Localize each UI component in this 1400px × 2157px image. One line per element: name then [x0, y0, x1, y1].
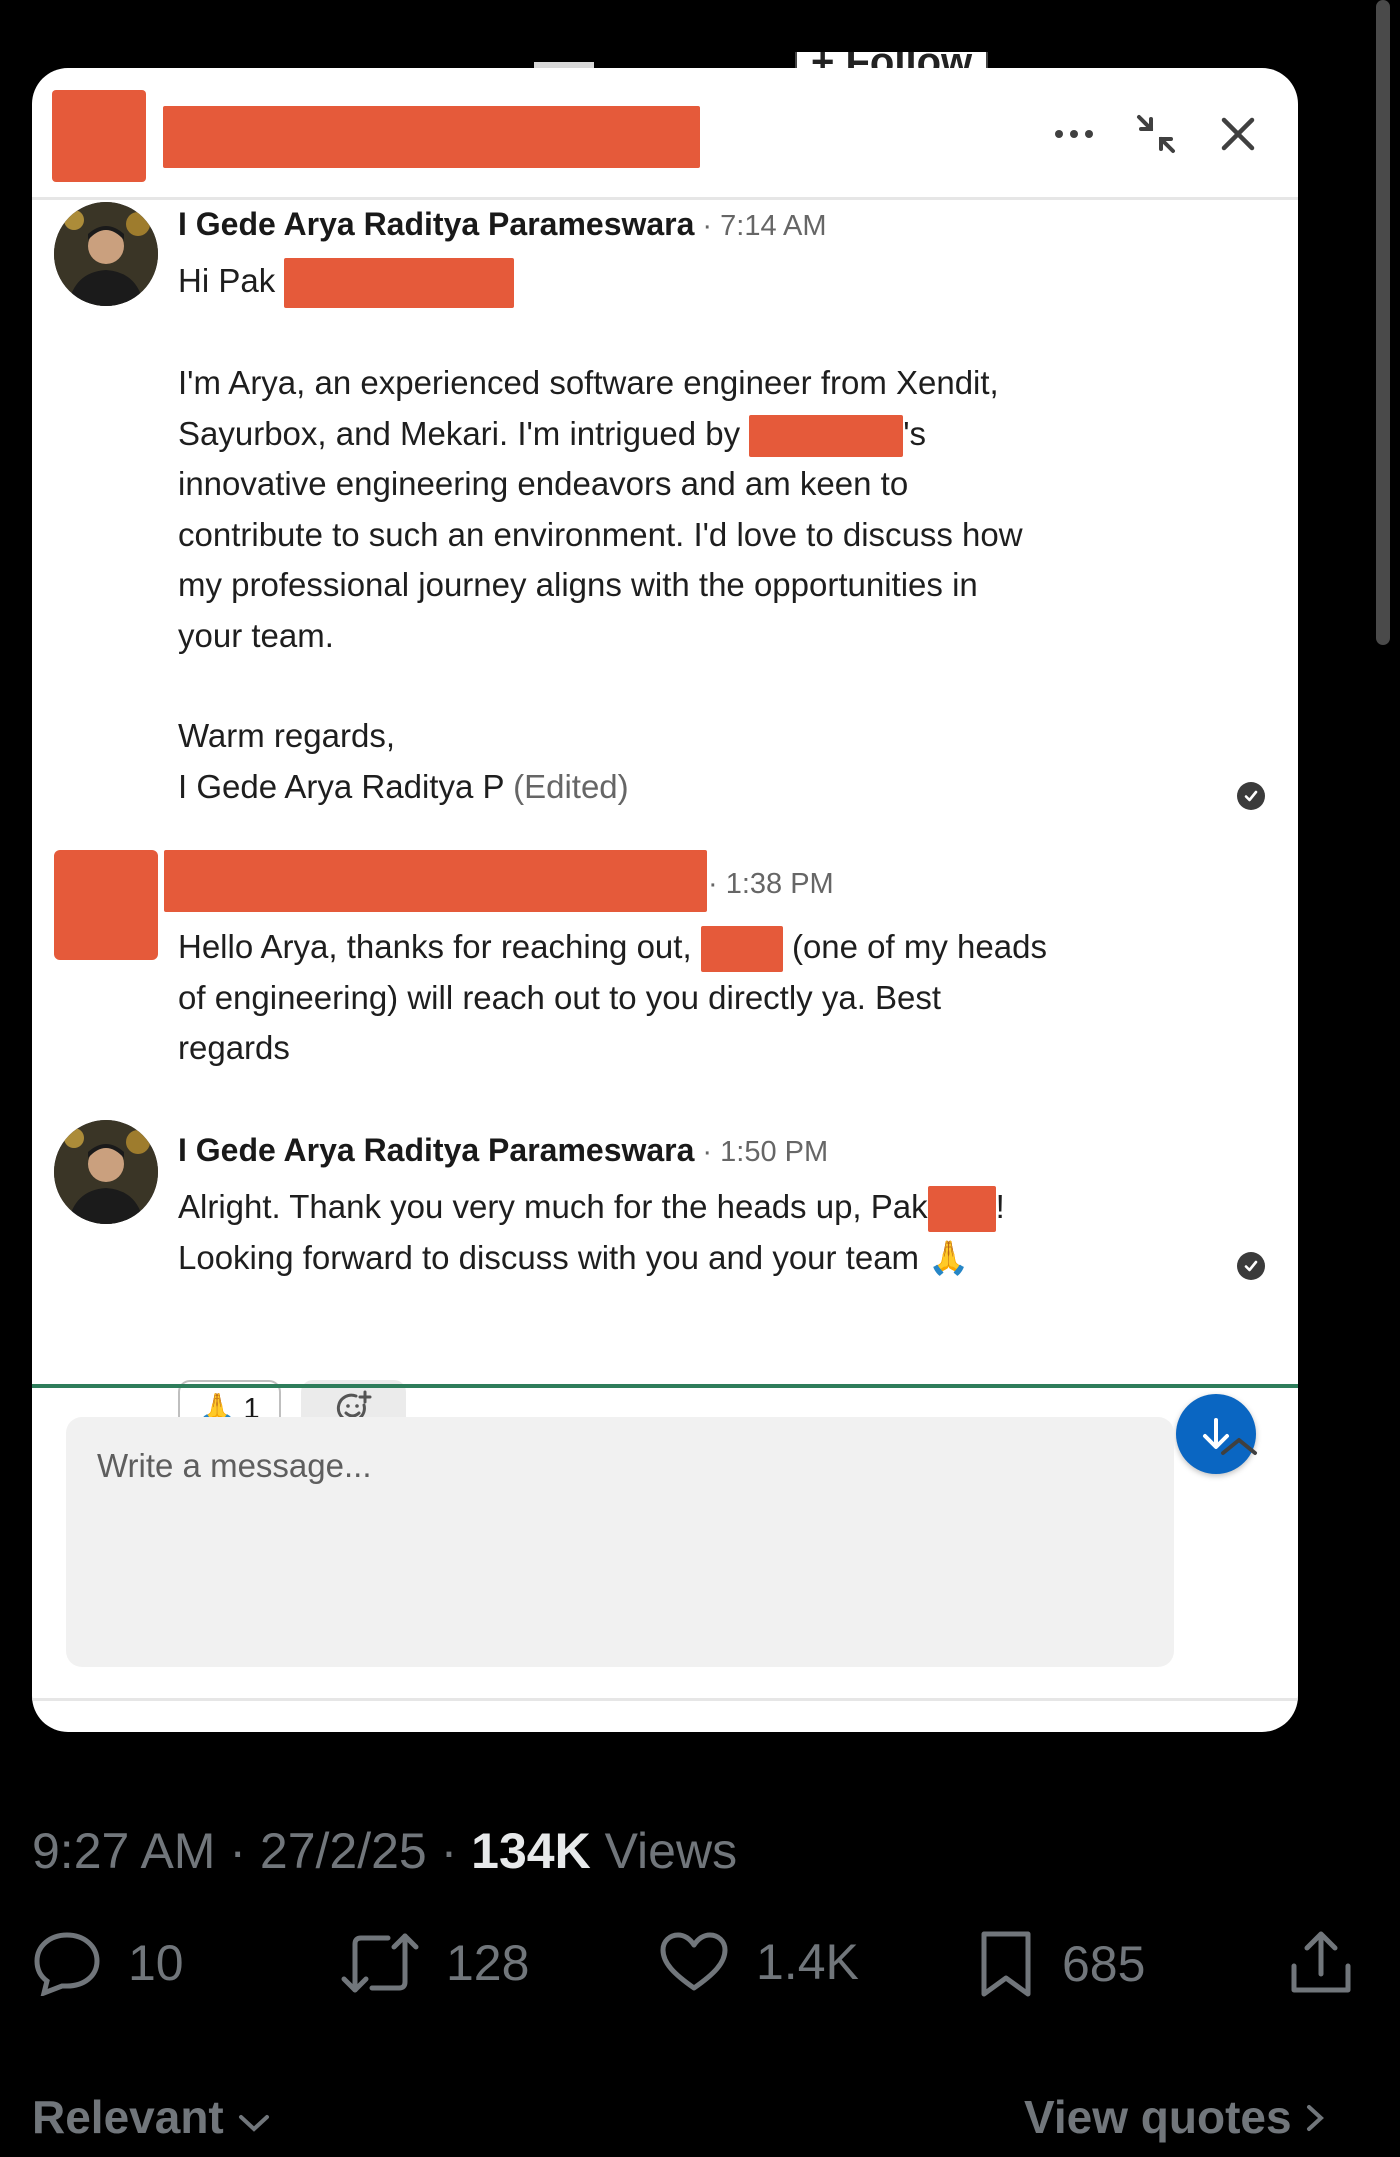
repost-button[interactable]: 128	[340, 1930, 529, 1996]
share-icon	[1291, 1931, 1351, 1993]
tweet-date: 27/2/25	[259, 1823, 427, 1879]
message-body: Alright. Thank you very much for the hea…	[178, 1186, 1005, 1276]
sort-replies-dropdown[interactable]: Relevant	[32, 2090, 271, 2144]
message-time: · 1:38 PM	[708, 868, 834, 900]
read-receipt-icon	[1237, 782, 1265, 810]
chat-header	[32, 68, 1298, 200]
redacted-name	[700, 926, 783, 973]
tweet-time-link[interactable]: 9:27 AM	[32, 1823, 215, 1879]
message-time: · 1:50 PM	[702, 1136, 829, 1168]
view-quotes-link[interactable]: View quotes	[1024, 2090, 1326, 2144]
heart-icon	[660, 1932, 728, 1991]
chevron-down-icon	[238, 2115, 269, 2132]
tweet-timestamp: 9:27 AM · 27/2/25 · 134K Views	[32, 1823, 738, 1879]
redacted-recipient-name	[163, 106, 700, 168]
redacted-avatar	[54, 850, 158, 960]
avatar[interactable]	[54, 202, 158, 306]
redacted-sender-name	[164, 850, 707, 912]
redacted-name	[927, 1186, 996, 1233]
reply-icon	[34, 1932, 100, 1996]
more-icon[interactable]	[1050, 110, 1098, 158]
reply-count: 10	[128, 1935, 184, 1991]
views-count: 134K	[471, 1823, 591, 1879]
repost-icon	[341, 1933, 419, 1993]
chevron-right-icon	[1307, 2105, 1325, 2131]
message-input[interactable]: Write a message...	[66, 1417, 1174, 1667]
bookmark-icon	[981, 1931, 1031, 1997]
repost-count: 128	[446, 1935, 530, 1991]
message-list: I Gede Arya Raditya Parameswara · 7:14 AM…	[32, 200, 1298, 1474]
close-icon[interactable]	[1214, 110, 1262, 158]
message-author[interactable]: I Gede Arya Raditya Parameswara · 1:50 PM	[178, 1132, 828, 1169]
message-body: Hello Arya, thanks for reaching out, (on…	[178, 926, 1047, 1066]
like-button[interactable]: 1.4K	[658, 1930, 859, 1994]
edited-label: (Edited)	[513, 767, 629, 805]
expand-composer-button[interactable]	[1214, 1426, 1264, 1466]
share-button[interactable]	[1288, 1930, 1354, 1996]
divider	[32, 1698, 1298, 1701]
composer-divider	[32, 1384, 1298, 1388]
redacted-company	[749, 415, 904, 458]
read-receipt-icon	[1237, 1252, 1265, 1280]
redacted-name	[284, 258, 515, 309]
bookmark-count: 685	[1062, 1936, 1146, 1992]
bookmark-button[interactable]: 685	[976, 1930, 1145, 1998]
minimize-icon[interactable]	[1132, 110, 1180, 158]
tweet-actions: 10 128 1.4K 685	[32, 1930, 1362, 2010]
page-scrollbar[interactable]	[1376, 0, 1390, 645]
redacted-avatar	[52, 90, 146, 182]
avatar[interactable]	[54, 1120, 158, 1224]
message-time: · 7:14 AM	[702, 210, 827, 242]
like-count: 1.4K	[756, 1934, 859, 1990]
chevron-up-icon	[1221, 1438, 1257, 1455]
message-body: Hi Pak I'm Arya, an experienced software…	[178, 256, 1023, 812]
chat-window: I Gede Arya Raditya Parameswara · 7:14 AM…	[32, 68, 1298, 1732]
message-author[interactable]: I Gede Arya Raditya Parameswara · 7:14 AM	[178, 206, 827, 243]
views-label: Views	[604, 1823, 738, 1879]
reply-button[interactable]: 10	[32, 1930, 184, 1996]
